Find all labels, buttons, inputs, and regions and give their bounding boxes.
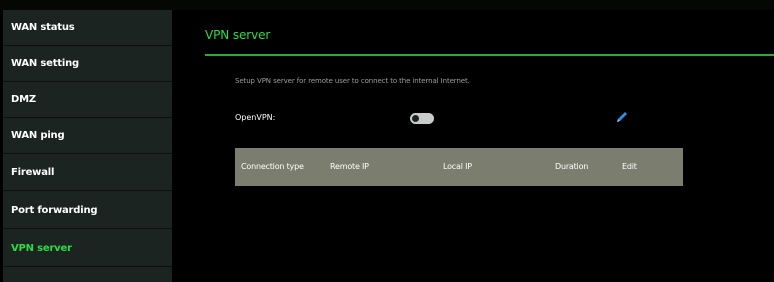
sidebar: WAN status WAN setting DMZ WAN ping Fire… <box>3 10 172 282</box>
sidebar-item-vpn-server[interactable]: VPN server <box>3 231 172 267</box>
sidebar-item-wan-setting[interactable]: WAN setting <box>3 46 172 82</box>
toggle-knob <box>412 115 419 122</box>
column-header-remote-ip: Remote IP <box>330 162 369 171</box>
openvpn-label: OpenVPN: <box>235 113 276 122</box>
openvpn-toggle[interactable] <box>410 113 434 124</box>
sidebar-item-firewall[interactable]: Firewall <box>3 155 172 191</box>
sidebar-item-wan-ping[interactable]: WAN ping <box>3 118 172 154</box>
app-frame: WAN status WAN setting DMZ WAN ping Fire… <box>0 10 774 282</box>
sidebar-item-dmz[interactable]: DMZ <box>3 82 172 118</box>
sidebar-item-wan-status[interactable]: WAN status <box>3 10 172 46</box>
column-header-connection-type: Connection type <box>241 162 304 171</box>
column-header-duration: Duration <box>555 162 589 171</box>
connections-table-header: Connection type Remote IP Local IP Durat… <box>235 148 683 186</box>
pencil-icon[interactable] <box>615 110 629 124</box>
column-header-edit: Edit <box>622 162 637 171</box>
page-description: Setup VPN server for remote user to conn… <box>235 77 470 85</box>
main-content: VPN server Setup VPN server for remote u… <box>175 10 774 282</box>
column-header-local-ip: Local IP <box>443 162 472 171</box>
sidebar-item-port-forwarding[interactable]: Port forwarding <box>3 193 172 229</box>
page-title: VPN server <box>205 28 271 42</box>
title-divider <box>205 54 774 56</box>
